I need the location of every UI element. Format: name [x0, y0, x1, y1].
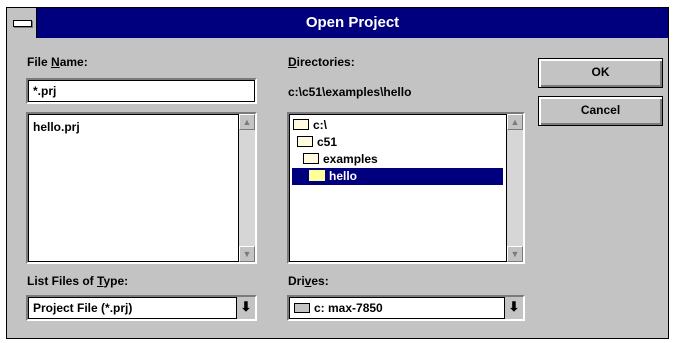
- directory-tree[interactable]: c:\ c51 examples hello ▲ ▼: [287, 112, 525, 264]
- open-folder-icon: [303, 153, 319, 165]
- cancel-button[interactable]: Cancel: [538, 96, 663, 126]
- file-list-scrollbar[interactable]: ▲ ▼: [238, 114, 255, 262]
- list-item[interactable]: hello.prj: [33, 119, 80, 136]
- tree-item-c51[interactable]: c51: [297, 134, 337, 151]
- drives-label: Drives:: [288, 274, 329, 288]
- scroll-up-icon[interactable]: ▲: [507, 114, 523, 130]
- scroll-up-icon[interactable]: ▲: [239, 114, 255, 130]
- file-type-label: List Files of Type:: [27, 274, 129, 288]
- window-title: Open Project: [305, 14, 400, 31]
- tree-item-examples[interactable]: examples: [303, 151, 378, 168]
- current-directory-path: c:\c51\examples\hello: [288, 85, 412, 99]
- file-name-label: File Name:: [27, 55, 88, 69]
- directories-label: Directories:: [288, 55, 355, 69]
- scroll-down-icon[interactable]: ▼: [507, 246, 523, 262]
- drives-select[interactable]: c: max-7850 ⬇: [287, 295, 525, 321]
- drives-value: c: max-7850: [294, 301, 383, 315]
- chevron-down-icon[interactable]: ⬇: [504, 297, 523, 319]
- open-project-dialog: Open Project File Name: *.prj hello.prj …: [6, 7, 669, 339]
- system-menu-button[interactable]: [7, 8, 37, 38]
- open-folder-icon: [309, 170, 325, 182]
- file-name-input[interactable]: *.prj: [26, 78, 257, 104]
- title-bar[interactable]: Open Project: [7, 8, 668, 38]
- ok-button[interactable]: OK: [538, 58, 663, 88]
- file-type-select[interactable]: Project File (*.prj) ⬇: [26, 295, 257, 321]
- hard-drive-icon: [294, 302, 310, 313]
- tree-item-root[interactable]: c:\: [293, 117, 327, 134]
- directory-tree-scrollbar[interactable]: ▲ ▼: [506, 114, 523, 262]
- file-list[interactable]: hello.prj ▲ ▼: [26, 112, 257, 264]
- file-name-value: *.prj: [33, 84, 57, 98]
- file-type-value: Project File (*.prj): [33, 301, 133, 315]
- open-folder-icon: [297, 136, 313, 148]
- tree-item-hello[interactable]: hello: [292, 168, 503, 185]
- chevron-down-icon[interactable]: ⬇: [236, 297, 255, 319]
- scroll-down-icon[interactable]: ▼: [239, 246, 255, 262]
- system-menu-icon: [13, 20, 32, 27]
- open-folder-icon: [293, 119, 309, 131]
